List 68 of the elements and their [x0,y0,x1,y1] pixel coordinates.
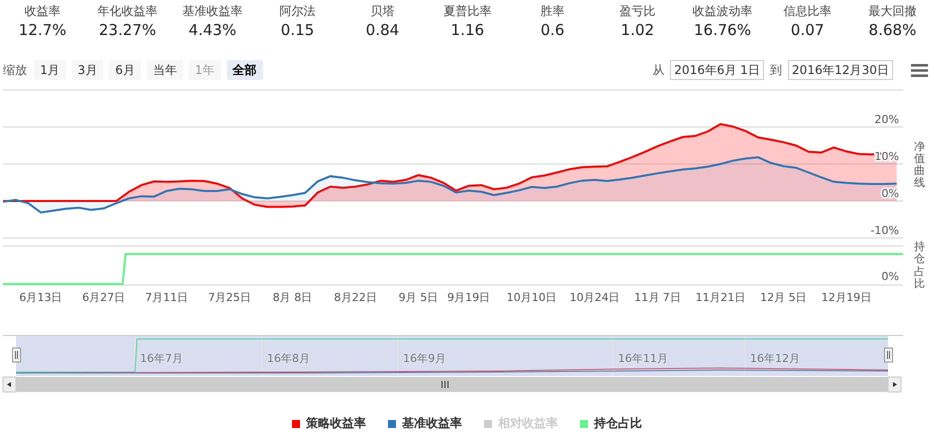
axis-label: 11月21日 [695,291,746,304]
stat-label: 收益率 [24,3,60,20]
range-button[interactable]: 全部 [226,60,263,80]
axis-label: -10% [870,224,899,237]
grip-icon [442,380,448,388]
stat-value: 0.6 [540,21,564,39]
legend-item[interactable]: 基准收益率 [388,415,462,432]
stat-value: 1.16 [450,21,484,39]
stat-value: 1.02 [620,21,654,39]
stat-value: 0.84 [366,21,400,39]
axis-label: 0% [882,187,899,200]
axis-label: 6月13日 [19,291,62,304]
scroll-right-button[interactable] [888,376,902,392]
from-label: 从 [652,62,664,78]
scrollbar-thumb[interactable] [16,377,888,392]
stat-label: 胜率 [540,3,564,20]
stat-value: 4.43% [188,21,236,39]
navigator-label: 16年11月 [618,352,668,365]
axis-label: 12月 5日 [760,291,807,304]
axis-label: 0% [882,270,899,283]
stat-label: 收益波动率 [692,3,752,20]
legend-item[interactable]: 策略收益率 [292,415,366,432]
legend-item[interactable]: 持仓占比 [580,415,642,432]
navigator-handle[interactable] [12,348,21,362]
date-field[interactable]: 2016年6月 1日 [670,60,764,80]
axis-label: 10% [874,150,899,163]
navigator-label: 16年7月 [140,352,183,365]
navigator-label: 16年12月 [750,352,800,365]
stat-value: 16.76% [694,21,752,39]
axis-title: 净值曲线 [914,141,925,190]
scroll-left-button[interactable] [2,376,16,392]
to-label: 到 [770,62,782,78]
navigator-label: 16年8月 [267,352,310,365]
stat-label: 基准收益率 [182,3,242,20]
axis-label: 11月 7日 [634,291,681,304]
navigator-handle[interactable] [884,348,893,362]
date-field[interactable]: 2016年12月30日 [788,60,893,80]
axis-title: 持仓占比 [914,241,925,290]
navigator-label: 16年9月 [403,352,446,365]
axis-label: 6月27日 [82,291,126,304]
stat-value: 0.15 [280,21,314,39]
axis-label: 7月25日 [208,291,252,304]
stat-label: 夏普比率 [444,3,492,20]
axis-label: 10月10日 [506,291,557,304]
range-button[interactable]: 当年 [146,60,183,80]
axis-label: 10月24日 [570,291,620,304]
axis-label: 9月 5日 [398,291,438,304]
axis-label: 12月19日 [821,291,872,304]
stat-label: 盈亏比 [620,3,656,20]
stat-label: 年化收益率 [98,3,158,20]
stat-label: 信息比率 [784,3,832,20]
axis-label: 8月 8日 [272,291,312,304]
menu-icon[interactable] [911,64,928,76]
range-button[interactable]: 3月 [72,60,104,80]
stat-value: 0.07 [790,21,824,39]
stat-value: 23.27% [98,21,156,39]
stat-label: 最大回撤 [868,3,916,20]
axis-label: 9月19日 [447,291,490,304]
stat-label: 贝塔 [370,3,394,20]
zoom-label: 缩放 [3,62,27,78]
range-button[interactable]: 1月 [34,60,66,80]
stat-value: 12.7% [18,21,66,39]
stat-value: 8.68% [868,21,916,39]
stat-label: 阿尔法 [280,3,316,20]
axis-label: 20% [874,113,899,126]
axis-label: 7月11日 [145,291,188,304]
range-button[interactable]: 6月 [109,60,141,80]
axis-label: 8月22日 [334,291,377,304]
